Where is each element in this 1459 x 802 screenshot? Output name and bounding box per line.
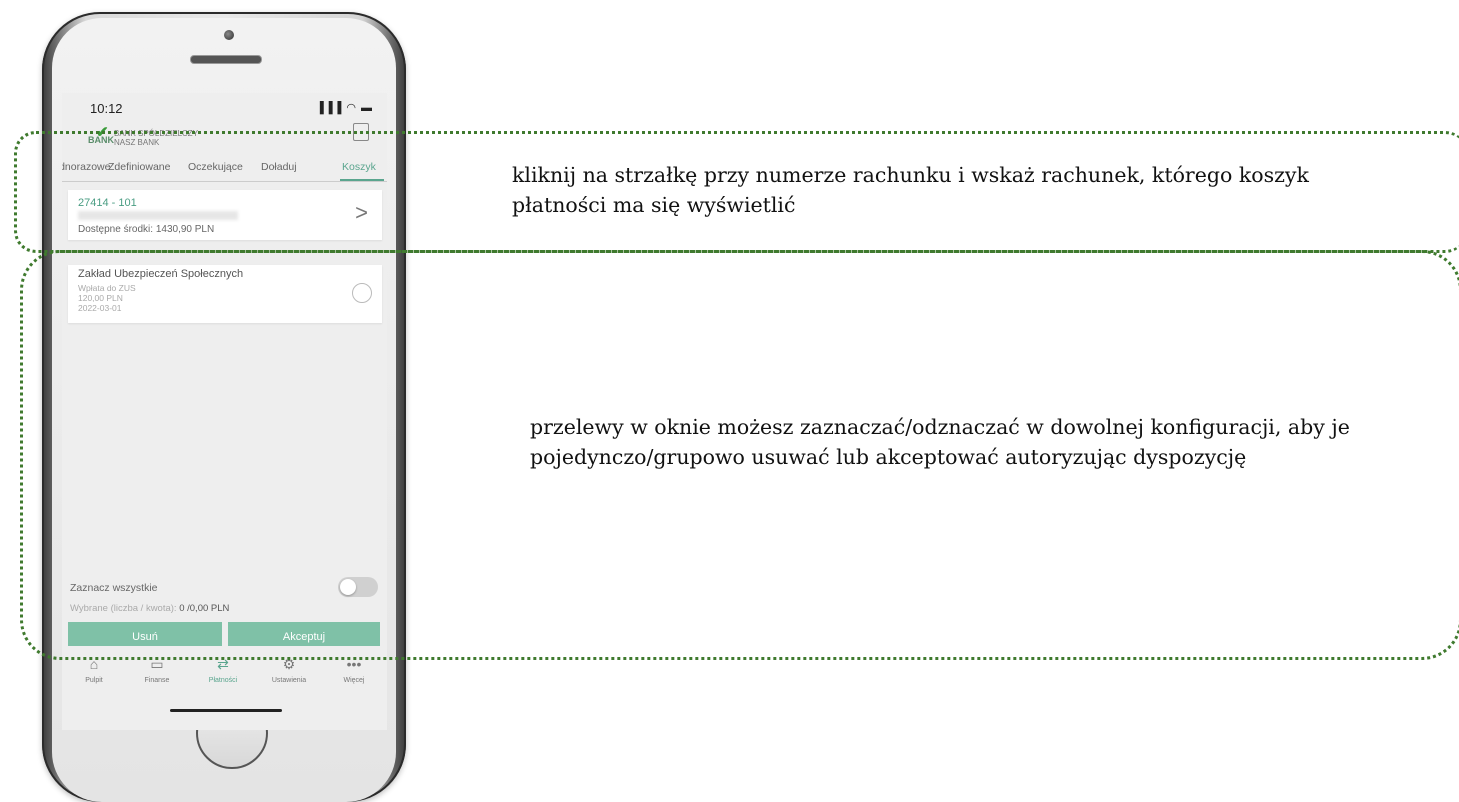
nav-pulpit[interactable]: ⌂ Pulpit <box>64 656 124 684</box>
speaker-grille <box>190 55 262 64</box>
instruction-text-account: kliknij na strzałkę przy numerze rachunk… <box>512 163 1309 217</box>
nav-label: Płatności <box>208 677 238 684</box>
nav-label: Finanse <box>144 677 170 684</box>
status-time: 10:12 <box>90 101 123 116</box>
nav-platnosci[interactable]: ⇄ Płatności <box>193 656 253 684</box>
nav-label: Pulpit <box>85 677 103 684</box>
signal-wifi-battery-icon: ▐▐▐ ◠ ▬ <box>315 102 373 114</box>
camera-icon <box>224 30 234 40</box>
home-indicator <box>170 709 282 712</box>
nav-ustawienia[interactable]: ⚙ Ustawienia <box>259 656 319 684</box>
nav-finanse[interactable]: ▭ Finanse <box>127 656 187 684</box>
nav-wiecej[interactable]: ••• Więcej <box>324 656 384 684</box>
nav-label: Ustawienia <box>271 677 307 684</box>
nav-label: Więcej <box>343 677 365 684</box>
instruction-text-basket: przelewy w oknie możesz zaznaczać/odznac… <box>530 415 1350 469</box>
